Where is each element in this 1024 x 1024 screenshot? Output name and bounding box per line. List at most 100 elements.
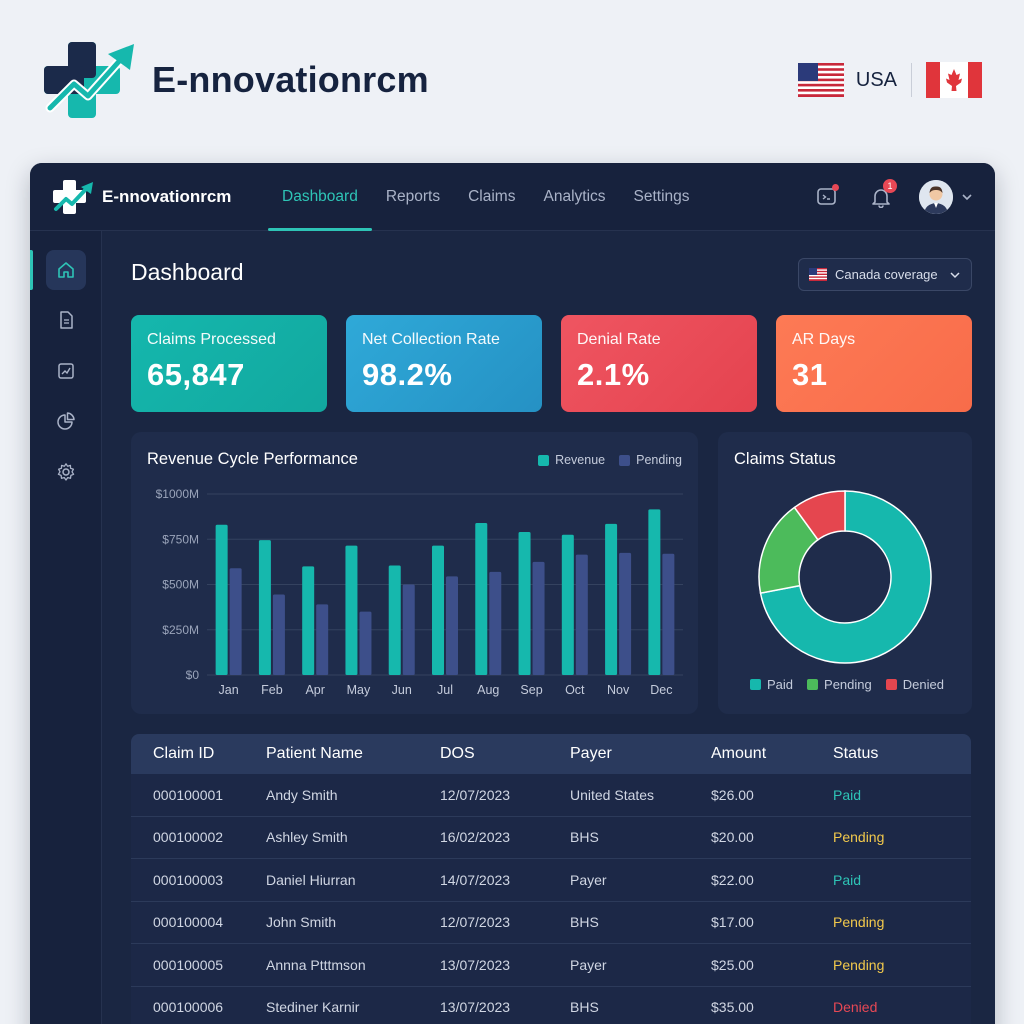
nav-tab-analytics[interactable]: Analytics — [529, 163, 619, 231]
kpi-claims-processed[interactable]: Claims Processed 65,847 — [131, 315, 327, 412]
nav-tab-settings[interactable]: Settings — [620, 163, 704, 231]
messages-button[interactable] — [811, 181, 843, 213]
table-body: 000100001 Andy Smith 12/07/2023 United Stat… — [131, 774, 971, 1024]
bar-pending — [229, 568, 242, 675]
column-header-amount[interactable]: Amount — [711, 745, 833, 763]
sidebar-item-home[interactable] — [46, 250, 86, 290]
app-logo-icon — [53, 180, 93, 214]
app-window: E-nnovationrcm Dashboard Reports Claims … — [30, 163, 995, 1024]
us-flag-icon — [809, 268, 827, 281]
x-tick-label: Oct — [565, 683, 585, 697]
y-tick-label: $250M — [162, 623, 199, 637]
brand-header: E-nnovationrcm — [42, 40, 429, 120]
nav-tab-claims[interactable]: Claims — [454, 163, 529, 231]
legend-swatch — [807, 679, 819, 690]
x-tick-label: Dec — [650, 683, 672, 697]
cell-payer: United States — [570, 786, 655, 803]
cell-status: Pending — [833, 829, 885, 846]
cell-payer: Payer — [570, 956, 607, 973]
cell-status: Pending — [833, 956, 885, 973]
cell-amount: $17.00 — [711, 914, 754, 931]
column-header-dos[interactable]: DOS — [440, 745, 570, 763]
x-tick-label: Jun — [392, 683, 412, 697]
bar-pending — [489, 571, 502, 675]
kpi-value: 2.1% — [577, 357, 650, 392]
cell-payer: BHS — [570, 999, 599, 1016]
table-row[interactable]: 000100006 Stediner Karnir 13/07/2023 BHS $35… — [131, 986, 971, 1024]
sidebar-item-analytics[interactable] — [46, 351, 86, 391]
cell-patient-name: Ashley Smith — [266, 829, 348, 846]
legend-label: Pending — [824, 677, 872, 692]
user-menu[interactable] — [919, 180, 973, 214]
bar-revenue — [215, 524, 228, 675]
page-title: Dashboard — [131, 259, 244, 285]
cell-claim-id: 000100006 — [153, 999, 224, 1016]
canada-flag-icon[interactable] — [926, 62, 982, 98]
app-logo[interactable]: E-nnovationrcm — [52, 179, 231, 215]
cell-dos: 12/07/2023 — [440, 914, 511, 931]
table-row[interactable]: 000100003 Daniel Hiurran 14/07/2023 Payer $2… — [131, 859, 971, 902]
coverage-label: Canada coverage — [835, 267, 938, 282]
table-row[interactable]: 000100001 Andy Smith 12/07/2023 United Stat… — [131, 774, 971, 817]
x-tick-label: Aug — [477, 683, 499, 697]
y-tick-label: $750M — [162, 532, 199, 546]
cell-amount: $35.00 — [711, 999, 754, 1016]
nav-tab-reports[interactable]: Reports — [372, 163, 454, 231]
bar-pending — [359, 611, 372, 675]
bar-revenue — [388, 565, 401, 675]
cell-patient-name: John Smith — [266, 914, 337, 931]
cell-amount: $22.00 — [711, 871, 754, 888]
column-header-status[interactable]: Status — [833, 745, 971, 763]
sidebar-item-settings[interactable] — [46, 452, 86, 492]
us-flag-icon[interactable] — [797, 63, 844, 97]
y-tick-label: $0 — [186, 668, 200, 682]
bar-revenue — [518, 532, 531, 675]
region-divider — [911, 63, 912, 97]
cell-status: Pending — [833, 914, 885, 931]
cell-amount: $25.00 — [711, 956, 754, 973]
brand-name: E-nnovationrcm — [152, 59, 429, 100]
home-icon — [58, 262, 74, 278]
claims-status-donut — [758, 490, 932, 664]
bar-revenue — [561, 534, 574, 675]
x-tick-label: Jul — [437, 683, 453, 697]
cell-status: Paid — [833, 786, 862, 803]
x-tick-label: Sep — [520, 683, 542, 697]
navbar-actions: 1 — [811, 179, 973, 214]
kpi-denial-rate[interactable]: Denial Rate 2.1% — [561, 315, 757, 412]
kpi-label: Claims Processed — [147, 331, 276, 348]
bar-revenue — [302, 566, 315, 675]
sidebar-item-documents[interactable] — [46, 300, 86, 340]
kpi-net-collection-rate[interactable]: Net Collection Rate 98.2% — [346, 315, 542, 412]
bar-pending — [402, 584, 415, 675]
top-navbar: E-nnovationrcm Dashboard Reports Claims … — [30, 163, 995, 231]
bar-pending — [575, 554, 588, 675]
revenue-chart-card: Revenue Cycle Performance Revenue Pendin… — [131, 432, 698, 714]
notifications-button[interactable]: 1 — [865, 179, 897, 213]
cell-claim-id: 000100002 — [153, 829, 224, 846]
table-row[interactable]: 000100005 Annna Ptttmson 13/07/2023 Payer $2… — [131, 944, 971, 987]
column-header-patient-name[interactable]: Patient Name — [266, 745, 440, 763]
column-header-claim-id[interactable]: Claim ID — [131, 745, 266, 763]
sidebar — [30, 231, 102, 1024]
column-header-payer[interactable]: Payer — [570, 745, 711, 763]
gear-icon — [57, 463, 75, 481]
coverage-dropdown[interactable]: Canada coverage — [798, 258, 972, 291]
cell-patient-name: Daniel Hiurran — [266, 871, 356, 888]
y-tick-label: $500M — [162, 578, 199, 592]
x-tick-label: Feb — [261, 683, 283, 697]
table-row[interactable]: 000100004 John Smith 12/07/2023 BHS $17.00 Pe… — [131, 901, 971, 944]
bar-revenue — [258, 540, 271, 675]
kpi-ar-days[interactable]: AR Days 31 — [776, 315, 972, 412]
avatar[interactable] — [919, 180, 953, 214]
nav-tab-dashboard[interactable]: Dashboard — [268, 163, 372, 231]
bar-revenue — [605, 523, 618, 675]
pie-chart-icon — [57, 412, 75, 430]
table-row[interactable]: 000100002 Ashley Smith 16/02/2023 BHS $20.00… — [131, 816, 971, 859]
region-label[interactable]: USA — [856, 69, 897, 92]
x-tick-label: Nov — [607, 683, 630, 697]
bar-pending — [272, 594, 285, 675]
message-indicator-dot — [832, 184, 839, 191]
cell-amount: $20.00 — [711, 829, 754, 846]
sidebar-item-reports[interactable] — [46, 401, 86, 441]
